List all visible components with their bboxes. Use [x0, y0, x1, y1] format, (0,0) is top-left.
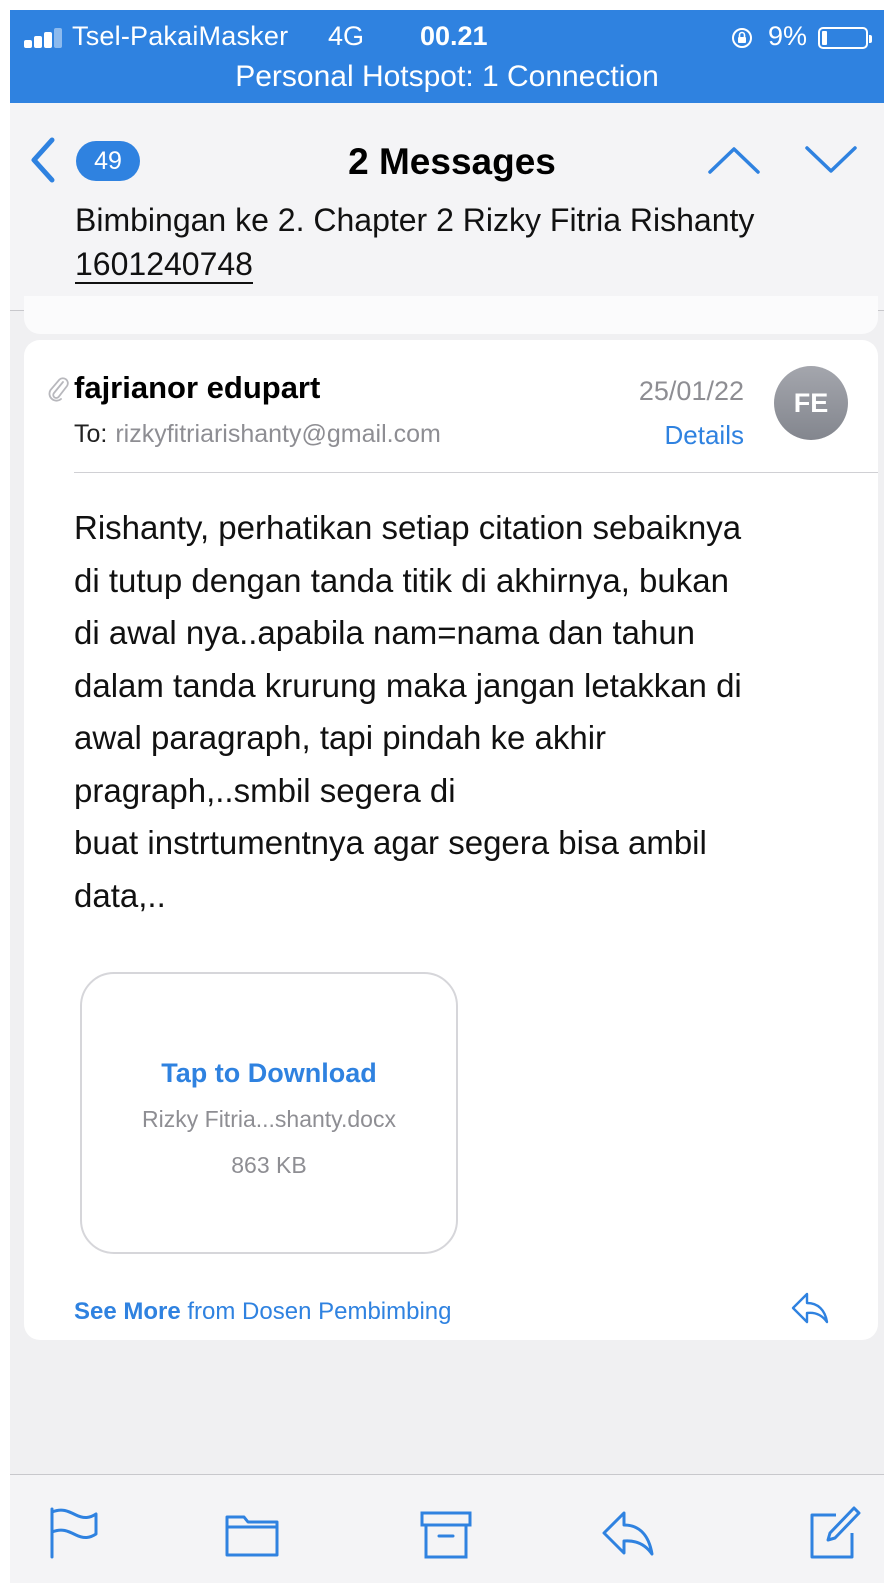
hotspot-banner[interactable]: Personal Hotspot: 1 Connection [10, 60, 884, 94]
sender-avatar[interactable]: FE [774, 366, 848, 440]
bottom-toolbar [10, 1474, 884, 1583]
previous-message-card[interactable] [24, 296, 878, 334]
see-more-link[interactable]: See More from Dosen Pembimbing [74, 1298, 452, 1326]
attachment-size: 863 KB [231, 1152, 307, 1178]
signal-icon [24, 28, 74, 48]
reply-icon[interactable] [600, 1505, 656, 1561]
message-header: 49 2 Messages Bimbingan ke 2. Chapter 2 … [10, 103, 884, 311]
down-chevron-icon[interactable] [804, 145, 858, 175]
status-row: Tsel-PakaiMasker 4G 00.21 9% [10, 17, 884, 57]
orientation-lock-icon [732, 28, 752, 48]
up-chevron-icon[interactable] [707, 145, 761, 175]
status-bar: Tsel-PakaiMasker 4G 00.21 9% Personal Ho… [10, 10, 884, 103]
compose-icon[interactable] [806, 1505, 862, 1561]
subject-text: Bimbingan ke 2. Chapter 2 Rizky Fitria R… [75, 202, 755, 238]
recipient-address[interactable]: rizkyfitriarishanty@gmail.com [115, 420, 440, 448]
sender-name[interactable]: fajrianor edupart [74, 370, 320, 406]
subject-number-link[interactable]: 1601240748 [75, 246, 253, 284]
to-label: To: [74, 420, 108, 448]
message-subject: Bimbingan ke 2. Chapter 2 Rizky Fitria R… [75, 198, 755, 286]
folder-icon[interactable] [224, 1505, 280, 1561]
see-more-rest: from Dosen Pembimbing [180, 1298, 452, 1325]
recipient-row: To: rizkyfitriarishanty@gmail.com [74, 420, 441, 449]
flag-icon[interactable] [46, 1505, 102, 1561]
see-more-bold: See More [74, 1298, 181, 1325]
status-time: 00.21 [420, 21, 488, 51]
tap-to-download-label[interactable]: Tap to Download [82, 1058, 456, 1089]
attachment-filename: Rizky Fitria...shanty.docx [142, 1106, 396, 1132]
network-type: 4G [328, 21, 365, 51]
divider [74, 472, 878, 473]
attachment-tile[interactable]: Tap to Download Rizky Fitria...shanty.do… [80, 972, 458, 1254]
message-card: fajrianor edupart 25/01/22 To: rizkyfitri… [24, 340, 878, 1340]
battery-percent: 9% [768, 21, 808, 51]
message-date: 25/01/22 [638, 376, 744, 406]
carrier-name: Tsel-PakaiMasker [72, 21, 289, 51]
archive-icon[interactable] [418, 1505, 474, 1561]
mail-screen: Tsel-PakaiMasker 4G 00.21 9% Personal Ho… [10, 10, 884, 1583]
paperclip-icon [48, 377, 69, 402]
battery-icon [818, 27, 872, 49]
details-link[interactable]: Details [634, 420, 744, 451]
message-body: Rishanty, perhatikan setiap citation seb… [74, 509, 742, 914]
reply-icon[interactable] [790, 1290, 830, 1326]
